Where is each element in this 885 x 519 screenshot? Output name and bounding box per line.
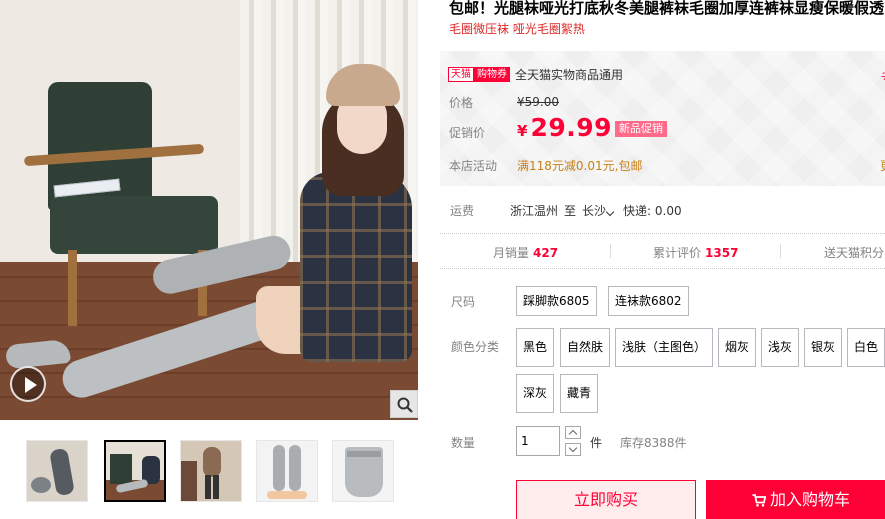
chevron-down-icon	[605, 207, 615, 217]
price-label: 价格	[449, 96, 474, 110]
color-option-smoke-grey[interactable]: 烟灰	[718, 328, 757, 367]
product-subtitle: 毛圈微压袜 哑光毛圈絮热	[449, 22, 585, 36]
activity-text: 满118元减0.01元,包邮	[517, 159, 643, 173]
tmall-tag: 天猫	[448, 66, 474, 82]
promo-badge: 新品促销	[615, 121, 667, 137]
shipping-label: 运费	[450, 204, 475, 218]
price-panel: 天猫 购物券 全天猫实物商品通用 去 价格 ¥59.00 促销价 ¥ 29.99…	[440, 51, 885, 186]
image-chair-leg	[68, 250, 77, 326]
quantity-decrease-button[interactable]	[565, 443, 581, 456]
stat-tmall-points: 送天猫积分	[824, 244, 884, 261]
coupon-tag: 购物券	[474, 66, 510, 82]
coupon-more-link[interactable]: 去	[881, 68, 885, 80]
size-option-1[interactable]: 踩脚款6805	[516, 286, 597, 316]
color-option-light-skin[interactable]: 浅肤（主图色）	[615, 328, 714, 367]
thumbnail-4[interactable]	[256, 440, 318, 502]
size-option-2[interactable]: 连袜款6802	[608, 286, 689, 316]
image-chair-seat	[50, 196, 218, 254]
zoom-button[interactable]	[390, 390, 418, 418]
thumbnail-strip	[26, 440, 406, 504]
main-product-image[interactable]	[0, 0, 418, 420]
thumbnail-5[interactable]	[332, 440, 394, 502]
promo-price: ¥ 29.99	[517, 113, 612, 142]
sales-stats: 月销量 427 累计评价 1357 送天猫积分	[440, 233, 885, 269]
stat-value: 427	[533, 246, 559, 260]
activity-label: 本店活动	[449, 159, 498, 173]
add-to-cart-label: 加入购物车	[769, 490, 850, 509]
shipping-city: 长沙	[582, 204, 607, 218]
quantity-input[interactable]	[516, 426, 560, 456]
stat-divider	[610, 244, 611, 258]
color-option-black[interactable]: 黑色	[516, 328, 555, 367]
color-option-dark-grey[interactable]: 深灰	[516, 374, 555, 413]
currency-symbol: ¥	[517, 122, 528, 140]
stat-label: 累计评价	[653, 246, 702, 260]
color-option-white[interactable]: 白色	[847, 328, 885, 367]
stat-total-reviews[interactable]: 累计评价 1357	[653, 244, 738, 261]
shipping-to-word: 至	[564, 204, 577, 218]
stat-monthly-sales: 月销量 427	[493, 244, 558, 261]
quantity-label: 数量	[451, 436, 476, 450]
magnifier-icon	[397, 397, 413, 413]
promo-price-label: 促销价	[449, 126, 486, 140]
color-option-navy[interactable]: 藏青	[560, 374, 599, 413]
promo-price-value: 29.99	[530, 113, 613, 142]
image-model-shirt	[300, 172, 412, 362]
shipping-info: 浙江温州 至 长沙 快递: 0.00	[510, 202, 682, 219]
coupon-row[interactable]: 天猫 购物券 全天猫实物商品通用	[448, 66, 623, 82]
shipping-city-select[interactable]: 长沙	[582, 202, 617, 219]
color-option-light-grey[interactable]: 浅灰	[761, 328, 800, 367]
play-video-button[interactable]	[10, 366, 46, 402]
thumbnail-3[interactable]	[180, 440, 242, 502]
stat-label: 送天猫积分	[824, 246, 885, 260]
thumbnail-2[interactable]	[104, 440, 166, 502]
stat-value: 1357	[705, 246, 739, 260]
stock-count: 库存8388件	[620, 436, 687, 450]
size-label: 尺码	[451, 295, 476, 309]
quantity-unit: 件	[590, 436, 603, 450]
shipping-method: 快递: 0.00	[623, 204, 682, 218]
shipping-from: 浙江温州	[510, 204, 559, 218]
color-label: 颜色分类	[451, 340, 500, 354]
cart-icon	[752, 494, 766, 507]
stat-label: 月销量	[493, 246, 530, 260]
original-price: ¥59.00	[517, 95, 559, 109]
buy-now-button[interactable]: 立即购买	[516, 480, 696, 519]
add-to-cart-button[interactable]: 加入购物车	[706, 480, 885, 519]
color-option-natural[interactable]: 自然肤	[560, 328, 611, 367]
stat-divider	[780, 244, 781, 258]
product-title: 包邮！光腿袜哑光打底秋冬美腿裤袜毛圈加厚连裤袜显瘦保暖假透	[449, 0, 885, 17]
coupon-text: 全天猫实物商品通用	[515, 67, 624, 82]
thumbnail-1[interactable]	[26, 440, 88, 502]
color-option-silver-grey[interactable]: 银灰	[804, 328, 843, 367]
quantity-increase-button[interactable]	[565, 426, 581, 439]
activity-more-link[interactable]: 更	[880, 157, 885, 174]
